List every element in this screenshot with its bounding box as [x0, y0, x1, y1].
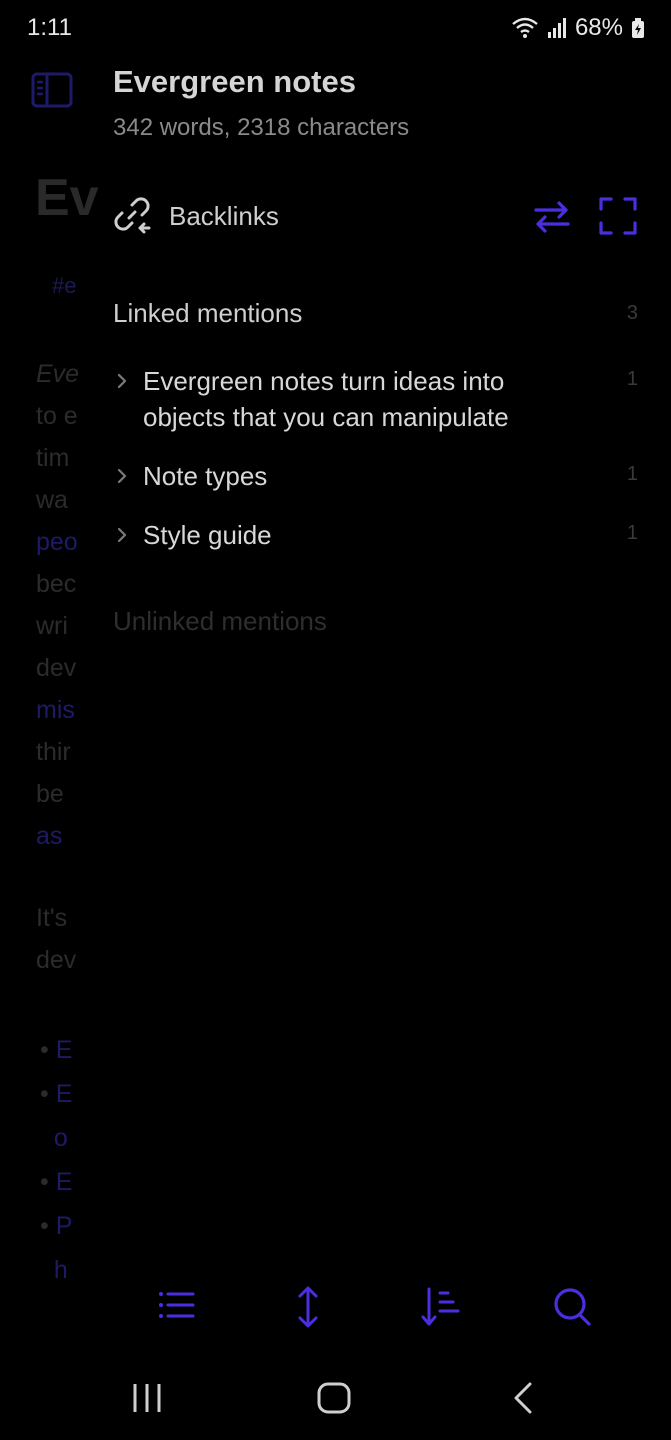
status-icons: 68% — [511, 14, 645, 42]
backlink-result-label: Note types — [143, 461, 268, 491]
backlink-result[interactable]: Note types 1 — [113, 458, 638, 498]
editor-body: Eve to e tim wa peo bec wri dev mis thir… — [36, 360, 80, 974]
chevron-right-icon — [117, 527, 127, 543]
home-icon[interactable] — [316, 1380, 352, 1416]
swap-arrows-icon[interactable] — [532, 196, 572, 236]
list-icon[interactable] — [156, 1285, 196, 1325]
unlinked-mentions-header[interactable]: Unlinked mentions — [113, 606, 327, 637]
system-nav-bar — [0, 1360, 671, 1440]
chevron-right-icon — [117, 468, 127, 484]
linked-mentions-title: Linked mentions — [113, 298, 303, 328]
backlink-result-label: Evergreen notes turn ideas into objects … — [143, 366, 509, 432]
editor-bullets: • E • E o • E • P h — [40, 1036, 73, 1284]
editor-title: Ev — [35, 169, 99, 227]
backlinks-label: Backlinks — [169, 201, 279, 231]
note-title: Evergreen notes — [113, 64, 356, 99]
recent-apps-icon[interactable] — [130, 1380, 164, 1416]
battery-percent: 68% — [574, 14, 623, 41]
signal-icon — [547, 18, 566, 38]
sort-icon[interactable] — [420, 1285, 460, 1329]
backlink-result-label: Style guide — [143, 520, 272, 550]
expand-icon[interactable] — [598, 196, 638, 236]
backlink-result[interactable]: Evergreen notes turn ideas into objects … — [113, 363, 638, 443]
note-stats: 342 words, 2318 characters — [113, 114, 410, 141]
status-time: 1:11 — [27, 14, 72, 41]
editor-background: Ev #e Eve to e tim wa peo bec wri dev mi… — [0, 58, 110, 1288]
bottom-toolbar — [0, 1285, 671, 1345]
wifi-icon — [512, 17, 538, 38]
editor-tag[interactable]: #e — [52, 273, 76, 299]
expand-vertical-icon[interactable] — [288, 1285, 328, 1329]
backlink-result-count: 1 — [626, 368, 638, 390]
backlink-result-count: 1 — [626, 522, 638, 544]
backlink-result-count: 1 — [626, 463, 638, 485]
back-icon[interactable] — [508, 1380, 538, 1416]
battery-charging-icon — [632, 18, 644, 38]
sidebar-toggle-icon[interactable] — [31, 72, 73, 108]
backlinks-icon — [114, 197, 151, 234]
chevron-right-icon — [117, 373, 127, 389]
backlinks-actions — [532, 196, 638, 236]
search-icon[interactable] — [552, 1285, 592, 1329]
backlinks-header: Backlinks — [113, 196, 638, 240]
linked-mentions-count: 3 — [626, 302, 638, 324]
linked-mentions-header[interactable]: Linked mentions 3 — [113, 298, 638, 329]
backlink-result[interactable]: Style guide 1 — [113, 517, 638, 557]
status-bar: 1:11 68% — [0, 0, 671, 58]
